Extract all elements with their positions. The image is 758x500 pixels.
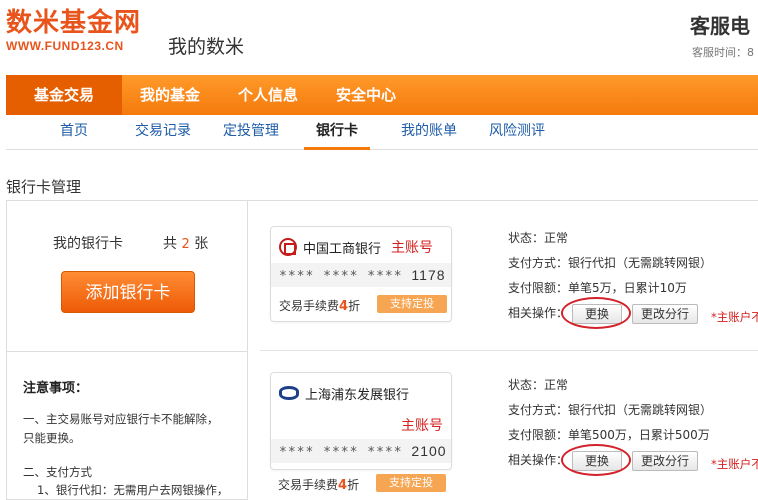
fee-value: 4 (339, 299, 349, 314)
spdb-logo-icon (279, 386, 299, 400)
note-line: 一、主交易账号对应银行卡不能解除， (23, 412, 219, 426)
card-number: **** **** **** 1178 (271, 263, 451, 287)
notes-divider (7, 351, 247, 352)
change-branch-button[interactable]: 更改分行 (632, 451, 698, 471)
page-title: 银行卡管理 (6, 178, 82, 196)
master-account-badge: 主账号 (401, 418, 443, 434)
customer-service-hours: 客服时间：8 (692, 46, 754, 59)
master-account-note: *主账户不 (711, 457, 758, 471)
tab-bank-card[interactable]: 银行卡 (304, 115, 370, 150)
card-status: 状态：正常 (508, 378, 569, 392)
customer-service-title: 客服电 (690, 14, 750, 38)
sip-supported-badge: 支持定投 (377, 295, 447, 313)
my-cards-label: 我的银行卡 (53, 236, 123, 252)
change-branch-button[interactable]: 更改分行 (632, 304, 698, 324)
tab-risk-assessment[interactable]: 风险测评 (478, 115, 556, 150)
bank-card-icbc[interactable]: 中国工商银行 主账号 **** **** **** 1178 交易手续费4折 支… (270, 226, 452, 322)
card-count: 共 2 张 (163, 233, 208, 253)
sub-nav: 首页 交易记录 定投管理 银行卡 我的账单 风险测评 (6, 115, 758, 150)
payment-limit: 支付限额：单笔500万，日累计500万 (508, 428, 710, 442)
masked-number: **** **** **** (279, 269, 403, 284)
bank-name: 中国工商银行 (303, 241, 382, 257)
fee-discount: 交易手续费4折 (279, 297, 360, 314)
card-last-digits: 2100 (411, 443, 447, 459)
bank-header: 上海浦东发展银行 (279, 383, 409, 403)
fee-label: 交易手续费 (278, 478, 339, 492)
tab-sip-management[interactable]: 定投管理 (212, 115, 290, 150)
main-nav-personal-info[interactable]: 个人信息 (220, 75, 316, 115)
card-number: **** **** **** 2100 (271, 439, 451, 463)
card-count-suffix: 张 (194, 236, 209, 252)
add-bank-card-button[interactable]: 添加银行卡 (61, 271, 195, 313)
master-account-note: *主账户不 (711, 310, 758, 324)
tab-home[interactable]: 首页 (46, 115, 102, 150)
card-last-digits: 1178 (411, 267, 446, 283)
bank-name: 上海浦东发展银行 (305, 387, 410, 403)
fee-unit: 折 (348, 299, 361, 313)
bank-card-spdb[interactable]: 上海浦东发展银行 主账号 **** **** **** 2100 (270, 372, 452, 470)
fee-discount: 交易手续费4折 (278, 476, 359, 493)
highlight-circle (561, 444, 631, 476)
bank-header: 中国工商银行 主账号 (279, 237, 433, 257)
sip-supported-badge: 支持定投 (376, 474, 446, 492)
payment-method: 支付方式：银行代扣（无需跳转网银） (508, 256, 713, 270)
payment-method: 支付方式：银行代扣（无需跳转网银） (508, 403, 713, 417)
main-nav-my-fund[interactable]: 我的基金 (122, 75, 218, 115)
site-header: 数米基金网 WWW.FUND123.CN 我的数米 客服电 客服时间：8 (0, 0, 758, 70)
fee-value: 4 (338, 478, 348, 493)
note-line: 只能更换。 (23, 431, 81, 445)
main-nav-fund-trade[interactable]: 基金交易 (6, 75, 122, 115)
fee-unit: 折 (347, 478, 360, 492)
highlight-circle (561, 297, 631, 329)
tab-trade-records[interactable]: 交易记录 (124, 115, 202, 150)
card-count-number: 2 (181, 237, 190, 252)
card-status: 状态：正常 (508, 231, 569, 245)
payment-limit: 支付限额：单笔5万，日累计10万 (508, 281, 687, 295)
row-divider (260, 350, 758, 351)
main-nav: 基金交易 我的基金 个人信息 安全中心 (6, 75, 758, 115)
note-line: 1、银行代扣：无需用户去网银操作， (37, 483, 229, 497)
my-cards-panel: 我的银行卡 共 2 张 添加银行卡 注意事项： 一、主交易账号对应银行卡不能解除… (6, 201, 248, 500)
master-account-badge: 主账号 (391, 240, 434, 256)
logo-url: WWW.FUND123.CN (6, 39, 124, 53)
notes-title: 注意事项： (23, 381, 89, 396)
fee-label: 交易手续费 (279, 299, 340, 313)
card-count-prefix: 共 (163, 236, 177, 252)
icbc-logo-icon (279, 238, 297, 256)
note-line: 二、支付方式 (23, 465, 92, 479)
main-nav-security[interactable]: 安全中心 (318, 75, 414, 115)
masked-number: **** **** **** (279, 445, 403, 460)
tab-my-bill[interactable]: 我的账单 (390, 115, 468, 150)
site-subtitle: 我的数米 (168, 36, 245, 58)
logo-text: 数米基金网 (6, 8, 142, 38)
site-logo[interactable]: 数米基金网 WWW.FUND123.CN (6, 8, 141, 53)
